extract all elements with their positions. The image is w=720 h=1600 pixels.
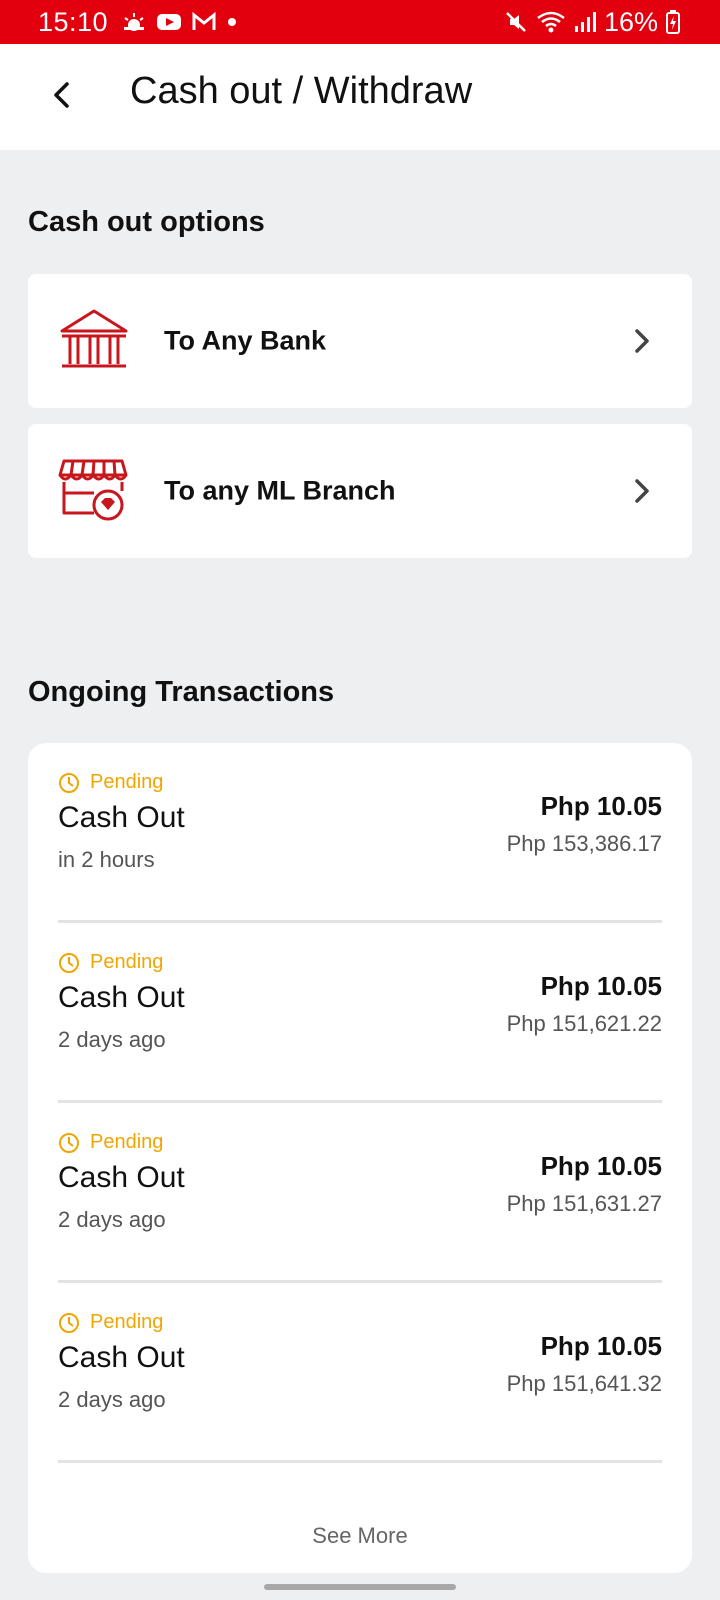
chevron-right-icon [630, 326, 654, 356]
transaction-balance: Php 151,631.27 [506, 1191, 662, 1216]
back-arrow-icon [50, 80, 72, 115]
cash-out-options-title: Cash out options [28, 206, 265, 238]
signal-icon [574, 11, 596, 33]
transaction-row[interactable]: Pending Cash Out 2 days ago Php 10.05 Ph… [58, 1283, 662, 1463]
status-time: 15:10 [38, 6, 109, 37]
status-text: Pending [90, 951, 164, 973]
transaction-balance: Php 153,386.17 [506, 831, 662, 856]
home-indicator[interactable] [264, 1584, 456, 1590]
battery-charging-icon [666, 10, 680, 34]
transaction-row[interactable]: Pending Cash Out in 2 hours Php 10.05 Ph… [58, 743, 662, 923]
transaction-time: 2 days ago [58, 1027, 166, 1052]
wifi-icon [536, 10, 566, 34]
status-text: Pending [90, 771, 164, 793]
bank-icon [58, 307, 130, 375]
transactions-card: Pending Cash Out in 2 hours Php 10.05 Ph… [28, 743, 692, 1573]
clock-icon [58, 772, 80, 794]
status-badge: Pending [58, 771, 163, 794]
transaction-title: Cash Out [58, 801, 185, 834]
transaction-amount: Php 10.05 [540, 1331, 662, 1361]
transaction-title: Cash Out [58, 1341, 185, 1374]
option-label: To any ML Branch [164, 475, 396, 506]
gmail-icon [192, 12, 216, 32]
dot-icon [226, 16, 238, 28]
page-title: Cash out / Withdraw [130, 70, 473, 112]
option-label: To Any Bank [164, 325, 327, 356]
status-text: Pending [90, 1131, 164, 1153]
transaction-row[interactable]: Pending Cash Out 2 days ago Php 10.05 Ph… [58, 1103, 662, 1283]
transaction-time: 2 days ago [58, 1207, 166, 1232]
app-header: Cash out / Withdraw [0, 44, 720, 150]
transaction-amount: Php 10.05 [540, 791, 662, 821]
chevron-right-icon [630, 476, 654, 506]
transaction-time: 2 days ago [58, 1387, 166, 1412]
option-to-any-ml-branch[interactable]: To any ML Branch [28, 424, 692, 558]
weather-icon [122, 12, 146, 32]
transaction-row[interactable]: Pending Cash Out 2 days ago Php 10.05 Ph… [58, 923, 662, 1103]
transaction-title: Cash Out [58, 981, 185, 1014]
transaction-title: Cash Out [58, 1161, 185, 1194]
back-button[interactable] [36, 72, 86, 122]
clock-icon [58, 952, 80, 974]
see-more-link[interactable]: See More [28, 1523, 692, 1549]
transaction-balance: Php 151,621.22 [506, 1011, 662, 1036]
ongoing-transactions-title: Ongoing Transactions [28, 676, 335, 708]
transaction-amount: Php 10.05 [540, 971, 662, 1001]
status-text: Pending [90, 1311, 164, 1333]
transaction-time: in 2 hours [58, 847, 155, 872]
transaction-amount: Php 10.05 [540, 1151, 662, 1181]
clock-icon [58, 1132, 80, 1154]
store-branch-icon [58, 457, 130, 525]
status-badge: Pending [58, 1131, 163, 1154]
status-badge: Pending [58, 1311, 163, 1334]
transaction-balance: Php 151,641.32 [506, 1371, 662, 1396]
option-to-any-bank[interactable]: To Any Bank [28, 274, 692, 408]
battery-text: 16% [603, 6, 658, 37]
mute-icon [504, 10, 528, 34]
status-bar: 15:10 16% [0, 0, 720, 44]
youtube-icon [156, 12, 182, 32]
status-badge: Pending [58, 951, 163, 974]
clock-icon [58, 1312, 80, 1334]
